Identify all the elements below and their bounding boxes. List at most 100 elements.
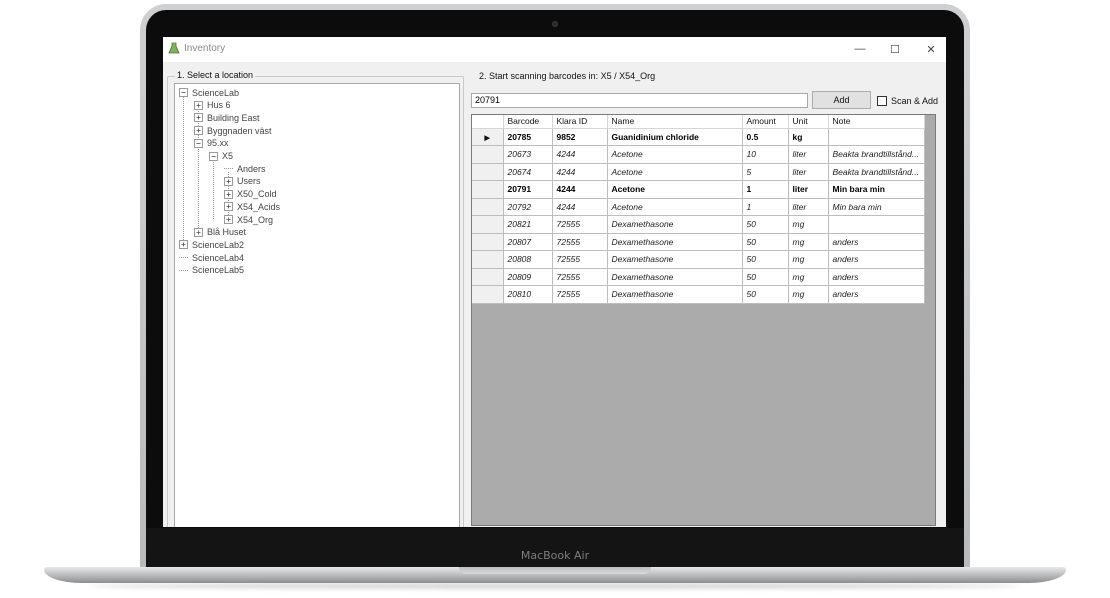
table-cell[interactable]: Acetone [607,198,743,216]
table-cell[interactable]: 4244 [552,180,608,199]
tree-expand-icon[interactable]: + [224,176,233,186]
table-cell[interactable]: 20785 [503,128,553,146]
table-cell[interactable]: 1 [742,198,789,216]
table-row[interactable]: 20808 72555 Dexamethasone 50 mg anders [472,250,925,269]
row-header[interactable] [472,145,504,164]
table-cell[interactable]: liter [788,198,829,216]
table-cell[interactable]: 5 [742,163,789,181]
tree-expand-icon[interactable]: + [224,215,233,224]
table-cell[interactable]: Guanidinium chloride [607,128,743,146]
table-cell[interactable]: Beakta brandtillstånd... [828,163,925,181]
table-cell[interactable]: 72555 [552,285,608,304]
table-cell[interactable]: anders [828,268,925,286]
scan-add-checkbox[interactable] [877,96,887,106]
table-cell[interactable]: mg [788,233,829,251]
tree-node[interactable]: + Hus 6 [194,99,232,112]
row-header[interactable]: ▶ [472,128,504,146]
column-header[interactable]: Klara ID [552,115,608,129]
tree-expand-icon[interactable]: + [194,126,203,136]
tree-node[interactable]: + X54_Org [224,213,274,226]
table-row[interactable]: 20673 4244 Acetone 10 liter Beakta brandtills… [472,145,925,164]
table-cell[interactable] [828,215,925,234]
table-cell[interactable]: 4244 [552,145,608,164]
tree-node[interactable]: ScienceLab4 [179,251,245,264]
table-cell[interactable]: 20810 [503,285,553,304]
table-cell[interactable]: anders [828,285,925,304]
table-cell[interactable]: liter [788,180,829,199]
row-header[interactable] [472,250,504,269]
table-row[interactable]: ▶ 20785 9852 Guanidinium chloride 0.5 kg [472,128,925,146]
table-cell[interactable]: Min bara min [828,198,925,216]
minimize-button[interactable]: — [843,39,877,59]
tree-expand-icon[interactable]: + [224,202,233,212]
table-cell[interactable]: 72555 [552,215,608,234]
close-button[interactable]: ✕ [914,39,946,59]
table-cell[interactable]: 20792 [503,198,553,216]
table-cell[interactable]: mg [788,268,829,286]
inventory-grid[interactable]: Barcode Klara ID Name Amount Unit Note ▶ 20785… [471,114,936,526]
table-cell[interactable]: mg [788,285,829,304]
table-cell[interactable]: Dexamethasone [607,233,743,251]
add-button[interactable]: Add [812,91,871,109]
table-row[interactable]: 20674 4244 Acetone 5 liter Beakta brandtillst… [472,163,925,181]
table-cell[interactable]: 4244 [552,198,608,216]
scan-add-label[interactable]: Scan & Add [891,96,938,106]
table-cell[interactable]: liter [788,163,829,181]
row-header[interactable] [472,233,504,251]
tree-node[interactable]: − X5 [209,150,234,163]
column-header[interactable]: Amount [742,115,789,129]
table-cell[interactable]: Dexamethasone [607,285,743,304]
table-row[interactable]: 20791 4244 Acetone 1 liter Min bara min [472,180,925,199]
tree-node[interactable]: + X54_Acids [224,200,281,213]
table-cell[interactable]: Acetone [607,145,743,164]
table-cell[interactable]: Dexamethasone [607,250,743,269]
table-cell[interactable]: 20791 [503,180,553,199]
table-cell[interactable]: 20807 [503,233,553,251]
tree-expand-icon[interactable]: + [194,100,203,110]
table-cell[interactable]: Acetone [607,163,743,181]
table-cell[interactable]: 10 [742,145,789,164]
barcode-input[interactable]: 20791 [471,93,808,108]
tree-node[interactable]: Anders [224,162,267,175]
table-cell[interactable]: anders [828,233,925,251]
title-bar[interactable]: Inventory — ☐ ✕ [163,37,946,62]
table-cell[interactable] [828,128,925,146]
table-cell[interactable]: 4244 [552,163,608,181]
tree-node[interactable]: − ScienceLab [179,86,240,99]
tree-node[interactable]: ScienceLab5 [179,264,245,277]
table-cell[interactable]: Beakta brandtillstånd... [828,145,925,164]
table-cell[interactable]: 50 [742,250,789,269]
tree-node[interactable]: + X50_Cold [224,188,278,201]
table-cell[interactable]: mg [788,215,829,234]
table-cell[interactable]: anders [828,250,925,269]
table-cell[interactable]: 50 [742,215,789,234]
table-cell[interactable]: 0.5 [742,128,789,146]
tree-expand-icon[interactable]: + [194,227,203,237]
tree-expand-icon[interactable]: + [179,240,188,250]
maximize-button[interactable]: ☐ [878,39,912,59]
row-header[interactable] [472,268,504,286]
table-cell[interactable]: liter [788,145,829,164]
tree-node[interactable]: + Building East [194,111,261,124]
table-row[interactable]: 20807 72555 Dexamethasone 50 mg anders [472,233,925,251]
table-cell[interactable]: 50 [742,268,789,286]
table-cell[interactable]: 50 [742,285,789,304]
table-cell[interactable]: kg [788,128,829,146]
tree-node[interactable]: + Blå Huset [194,226,247,239]
row-header[interactable] [472,180,504,199]
table-cell[interactable]: 20821 [503,215,553,234]
tree-expand-icon[interactable]: + [224,189,233,199]
tree-node[interactable]: + ScienceLab2 [179,238,245,251]
row-header[interactable] [472,285,504,304]
tree-node[interactable]: + Byggnaden väst [194,124,273,137]
table-cell[interactable]: 72555 [552,233,608,251]
row-header[interactable] [472,163,504,181]
table-row[interactable]: 20810 72555 Dexamethasone 50 mg anders [472,285,925,304]
table-row[interactable]: 20792 4244 Acetone 1 liter Min bara min [472,198,925,216]
table-cell[interactable]: 20808 [503,250,553,269]
table-cell[interactable]: Dexamethasone [607,215,743,234]
column-header[interactable]: Barcode [503,115,553,129]
table-cell[interactable]: Min bara min [828,180,925,199]
row-header[interactable] [472,215,504,234]
tree-collapse-icon[interactable]: − [209,151,218,161]
